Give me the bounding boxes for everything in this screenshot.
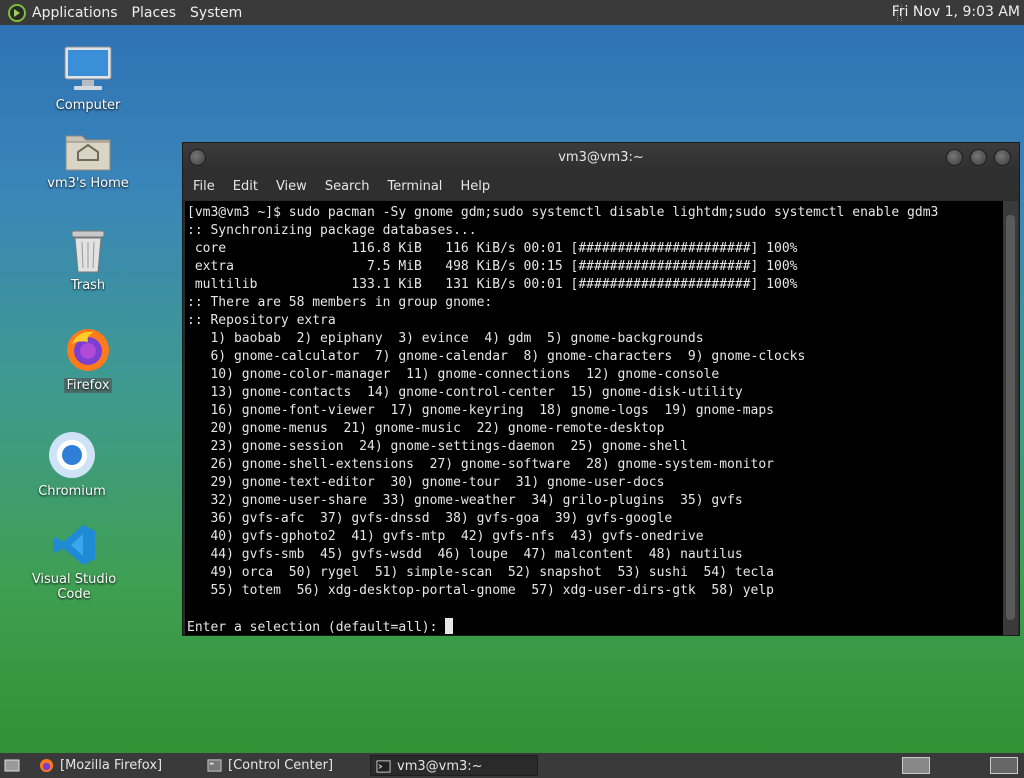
desktop-icon-firefox[interactable]: Firefox xyxy=(28,326,148,393)
workspace-1[interactable] xyxy=(902,757,930,774)
menu-help[interactable]: Help xyxy=(460,179,490,194)
terminal-line: [vm3@vm3 ~]$ sudo pacman -Sy gnome gdm;s… xyxy=(187,205,939,220)
terminal-line: 44) gvfs-smb 45) gvfs-wsdd 46) loupe 47)… xyxy=(187,547,743,562)
system-menu[interactable]: System xyxy=(190,5,242,21)
scrollbar-thumb[interactable] xyxy=(1006,215,1015,620)
desktop-icon-label: Chromium xyxy=(38,484,106,499)
workspace-2[interactable] xyxy=(990,757,1018,774)
terminal-line: 26) gnome-shell-extensions 27) gnome-sof… xyxy=(187,457,774,472)
terminal-line: :: There are 58 members in group gnome: xyxy=(187,295,493,310)
desktop-icon-chromium[interactable]: Chromium xyxy=(12,430,132,499)
firefox-icon xyxy=(67,329,109,371)
applications-menu[interactable]: Applications xyxy=(32,5,118,21)
desktop-icon-label: Firefox xyxy=(64,378,112,393)
terminal-line: 40) gvfs-gphoto2 41) gvfs-mtp 42) gvfs-n… xyxy=(187,529,704,544)
terminal-line: 29) gnome-text-editor 30) gnome-tour 31)… xyxy=(187,475,665,490)
terminal-line: 23) gnome-session 24) gnome-settings-dae… xyxy=(187,439,688,454)
desktop-icon-label: Computer xyxy=(55,98,121,113)
terminal-menubar: File Edit View Search Terminal Help xyxy=(183,172,1019,200)
terminal-line: multilib 133.1 KiB 131 KiB/s 00:01 [####… xyxy=(187,277,798,292)
minimize-button[interactable] xyxy=(946,149,963,166)
terminal-line: 13) gnome-contacts 14) gnome-control-cen… xyxy=(187,385,743,400)
terminal-line: 55) totem 56) xdg-desktop-portal-gnome 5… xyxy=(187,583,774,598)
menu-file[interactable]: File xyxy=(193,179,215,194)
menu-terminal[interactable]: Terminal xyxy=(387,179,442,194)
menu-view[interactable]: View xyxy=(276,179,307,194)
terminal-line: 16) gnome-font-viewer 17) gnome-keyring … xyxy=(187,403,774,418)
close-button[interactable] xyxy=(994,149,1011,166)
taskbar-label: vm3@vm3:~ xyxy=(397,759,483,774)
bottom-panel: [Mozilla Firefox] [Control Center] vm3@v… xyxy=(0,753,1024,778)
terminal-line: 10) gnome-color-manager 11) gnome-connec… xyxy=(187,367,720,382)
terminal-line: core 116.8 KiB 116 KiB/s 00:01 [########… xyxy=(187,241,798,256)
menu-search[interactable]: Search xyxy=(325,179,370,194)
terminal-window[interactable]: vm3@vm3:~ File Edit View Search Terminal… xyxy=(182,142,1020,636)
text-cursor xyxy=(445,618,454,634)
terminal-line: 36) gvfs-afc 37) gvfs-dnssd 38) gvfs-goa… xyxy=(187,511,673,526)
taskbar-item-firefox[interactable]: [Mozilla Firefox] xyxy=(34,755,194,776)
prompt-line[interactable]: Enter a selection (default=all): xyxy=(187,618,1003,635)
desktop-icon-label: Visual Studio Code xyxy=(31,572,117,602)
window-title: vm3@vm3:~ xyxy=(558,150,644,165)
clock[interactable]: Fri Nov 1, 9:03 AM xyxy=(892,4,1020,20)
control-center-icon xyxy=(207,759,222,772)
terminal-line: 6) gnome-calculator 7) gnome-calendar 8)… xyxy=(187,349,806,364)
terminal-line: :: Synchronizing package databases... xyxy=(187,223,477,238)
terminal-line: :: Repository extra xyxy=(187,313,336,328)
firefox-icon xyxy=(39,758,54,773)
desktop-icon-home[interactable]: vm3's Home xyxy=(28,128,148,191)
taskbar-label: [Mozilla Firefox] xyxy=(60,758,163,773)
places-menu[interactable]: Places xyxy=(132,5,177,21)
terminal-scrollbar[interactable] xyxy=(1003,201,1018,635)
maximize-button[interactable] xyxy=(970,149,987,166)
taskbar-item-control-center[interactable]: [Control Center] xyxy=(202,755,362,776)
taskbar-item-terminal[interactable]: vm3@vm3:~ xyxy=(370,755,538,776)
vscode-icon xyxy=(53,525,95,565)
desktop-icon-label: Trash xyxy=(70,278,106,293)
desktop-icon-label: vm3's Home xyxy=(47,176,129,191)
desktop-icon-vscode[interactable]: Visual Studio Code xyxy=(14,522,134,602)
terminal-line: extra 7.5 MiB 498 KiB/s 00:15 [#########… xyxy=(187,259,798,274)
chromium-icon xyxy=(49,432,95,478)
top-panel: Applications Places System Fri Nov 1, 9:… xyxy=(0,0,1024,25)
terminal-line: 32) gnome-user-share 33) gnome-weather 3… xyxy=(187,493,743,508)
window-menu-button[interactable] xyxy=(189,149,206,166)
home-folder-icon xyxy=(65,135,111,171)
terminal-line: 49) orca 50) rygel 51) simple-scan 52) s… xyxy=(187,565,774,580)
taskbar-label: [Control Center] xyxy=(228,758,334,773)
terminal-titlebar[interactable]: vm3@vm3:~ xyxy=(183,143,1019,172)
desktop-icon-computer[interactable]: Computer xyxy=(28,44,148,113)
distro-logo-icon[interactable] xyxy=(8,3,26,22)
terminal-output[interactable]: [vm3@vm3 ~]$ sudo pacman -Sy gnome gdm;s… xyxy=(185,201,1003,635)
trash-icon xyxy=(71,230,105,273)
computer-icon xyxy=(64,46,112,90)
desktop-icon-trash[interactable]: Trash xyxy=(28,228,148,293)
prompt-text: Enter a selection (default=all): xyxy=(187,620,446,635)
terminal-line: 1) baobab 2) epiphany 3) evince 4) gdm 5… xyxy=(187,331,704,346)
terminal-icon xyxy=(376,760,391,773)
show-desktop-icon[interactable] xyxy=(4,758,20,773)
menu-edit[interactable]: Edit xyxy=(233,179,258,194)
terminal-line: 20) gnome-menus 21) gnome-music 22) gnom… xyxy=(187,421,665,436)
